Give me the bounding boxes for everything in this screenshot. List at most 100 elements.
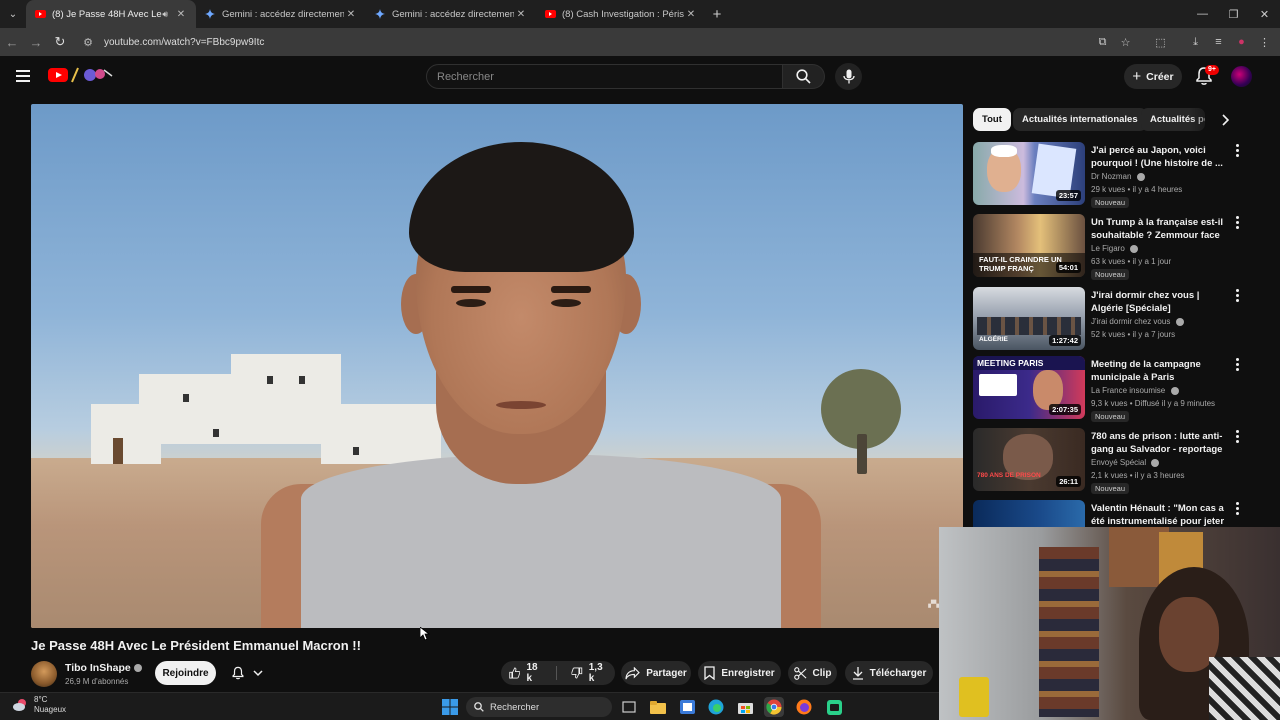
- more-options-icon[interactable]: [1233, 216, 1241, 229]
- recommendation-item[interactable]: 23:57 J'ai percé au Japon, voici pourquo…: [973, 142, 1253, 208]
- new-tab-button[interactable]: +: [706, 6, 728, 23]
- close-window-icon[interactable]: ✕: [1249, 0, 1280, 28]
- more-options-icon[interactable]: [1233, 289, 1241, 302]
- channel-text: La France insoumise: [1091, 386, 1166, 395]
- chip-international-news[interactable]: Actualités internationales: [1013, 108, 1147, 131]
- media-controls-icon[interactable]: ≡: [1207, 36, 1230, 48]
- recommendation-channel[interactable]: Envoyé Spécial: [1091, 458, 1160, 467]
- browser-tab[interactable]: (8) Cash Investigation : Périscol ✕: [536, 0, 706, 28]
- tab-search-button[interactable]: ⌄: [0, 0, 26, 28]
- streamer-webcam-overlay: [939, 527, 1280, 720]
- youtube-header: + Créer 9+: [0, 56, 1280, 100]
- recommendation-channel[interactable]: La France insoumise: [1091, 386, 1179, 395]
- profile-icon[interactable]: ●: [1230, 36, 1253, 48]
- microphone-icon: [842, 69, 855, 84]
- close-tab-icon[interactable]: ✕: [344, 9, 358, 20]
- like-button[interactable]: 18 k: [501, 662, 550, 684]
- video-thumbnail[interactable]: ALGÉRIE 1:27:42: [973, 287, 1085, 350]
- file-explorer-icon[interactable]: [648, 697, 668, 717]
- video-thumbnail[interactable]: MEETING PARIS 2:07:35: [973, 356, 1085, 419]
- more-options-icon[interactable]: [1233, 358, 1241, 371]
- verified-icon: [133, 664, 142, 673]
- more-options-icon[interactable]: [1233, 430, 1241, 443]
- recommendation-channel[interactable]: J'irai dormir chez vous: [1091, 317, 1184, 326]
- forward-icon[interactable]: →: [24, 28, 48, 56]
- recommendation-item[interactable]: ALGÉRIE 1:27:42 J'irai dormir chez vous …: [973, 287, 1253, 353]
- close-tab-icon[interactable]: ✕: [174, 9, 188, 20]
- install-app-icon[interactable]: ⧉: [1091, 36, 1114, 49]
- recommendation-item[interactable]: MEETING PARIS 2:07:35 Meeting de la camp…: [973, 356, 1253, 422]
- recommendation-title[interactable]: Meeting de la campagne municipale à Pari…: [1091, 358, 1227, 384]
- video-thumbnail[interactable]: [973, 500, 1085, 527]
- dislike-button[interactable]: 1,3 k: [563, 662, 615, 684]
- browser-tab[interactable]: Gemini : accédez directement à ✕: [366, 0, 536, 28]
- youtube-logo[interactable]: [48, 68, 68, 82]
- minimize-icon[interactable]: —: [1187, 0, 1218, 28]
- reload-icon[interactable]: ↻: [48, 28, 72, 56]
- tab-title: (8) Cash Investigation : Périscol: [562, 8, 684, 20]
- taskbar-search[interactable]: Rechercher: [466, 697, 612, 717]
- chip-all[interactable]: Tout: [973, 108, 1011, 131]
- task-view-icon[interactable]: [619, 697, 639, 717]
- url-field[interactable]: ⚙︎ youtube.com/watch?v=FBbc9pw9Itc: [78, 31, 1142, 53]
- restore-icon[interactable]: ❐: [1218, 0, 1249, 28]
- site-info-icon[interactable]: ⚙︎: [78, 36, 98, 49]
- search-box[interactable]: [426, 64, 783, 89]
- search-input[interactable]: [437, 70, 782, 83]
- thumbnail-caption: ALGÉRIE: [979, 336, 1008, 343]
- menu-icon[interactable]: [16, 70, 30, 85]
- recommendation-channel[interactable]: Le Figaro: [1091, 244, 1139, 253]
- thumbs-up-icon: [509, 667, 521, 679]
- close-tab-icon[interactable]: ✕: [684, 9, 698, 20]
- edge-browser-icon[interactable]: [706, 697, 726, 717]
- video-thumbnail[interactable]: 23:57: [973, 142, 1085, 205]
- create-button[interactable]: + Créer: [1124, 64, 1182, 89]
- browser-tab-active[interactable]: (8) Je Passe 48H Avec Le Pr 🔊︎ ✕: [26, 0, 196, 28]
- recommendation-title[interactable]: Valentin Hénault : "Mon cas a été instru…: [1091, 502, 1227, 527]
- bookmark-star-icon[interactable]: ☆: [1114, 36, 1137, 49]
- recommendation-item[interactable]: Valentin Hénault : "Mon cas a été instru…: [973, 500, 1253, 527]
- recommendation-item[interactable]: FAUT-IL CRAINDRE UN TRUMP FRANÇ 54:01 Un…: [973, 214, 1253, 280]
- account-avatar[interactable]: [1231, 66, 1252, 87]
- chips-next-button[interactable]: [1213, 108, 1237, 131]
- download-button[interactable]: Télécharger: [845, 661, 933, 685]
- recommendation-channel[interactable]: Dr Nozman: [1091, 172, 1145, 181]
- thumbnail-caption: 780 ANS DE PRISON: [977, 472, 1041, 479]
- more-options-icon[interactable]: [1233, 144, 1241, 157]
- more-options-icon[interactable]: [1233, 502, 1241, 515]
- recommendation-title[interactable]: 780 ans de prison : lutte anti-gang au S…: [1091, 430, 1227, 456]
- microsoft-store-icon[interactable]: [735, 697, 755, 717]
- windows-start-icon[interactable]: [440, 697, 460, 717]
- back-icon[interactable]: ←: [0, 28, 24, 56]
- join-button[interactable]: Rejoindre: [155, 661, 216, 685]
- screen-snip-icon[interactable]: [677, 697, 697, 717]
- recommendation-meta: 29 k vues • il y a 4 heures: [1091, 185, 1183, 194]
- video-title: Je Passe 48H Avec Le Président Emmanuel …: [31, 638, 361, 653]
- recommendation-item[interactable]: 780 ANS DE PRISON 26:11 780 ans de priso…: [973, 428, 1253, 494]
- channel-name[interactable]: Tibo InShape: [65, 662, 142, 674]
- weather-widget[interactable]: 8°C Nuageux: [12, 695, 66, 715]
- subscription-notifications-button[interactable]: [224, 661, 270, 685]
- save-button[interactable]: Enregistrer: [698, 661, 781, 685]
- downloads-icon[interactable]: ⤓: [1184, 36, 1207, 49]
- video-thumbnail[interactable]: FAUT-IL CRAINDRE UN TRUMP FRANÇ 54:01: [973, 214, 1085, 277]
- chrome-icon[interactable]: [764, 697, 784, 717]
- extensions-icon[interactable]: ⬚: [1149, 36, 1172, 49]
- recommendation-title[interactable]: J'irai dormir chez vous | Algérie [Spéci…: [1091, 289, 1227, 315]
- channel-avatar[interactable]: [31, 661, 57, 687]
- video-player[interactable]: ▞▚: [31, 104, 963, 628]
- streaming-app-icon[interactable]: [824, 697, 844, 717]
- clip-button[interactable]: Clip: [788, 661, 837, 685]
- browser-tab[interactable]: Gemini : accédez directement à ✕: [196, 0, 366, 28]
- recommendation-title[interactable]: J'ai percé au Japon, voici pourquoi ! (U…: [1091, 144, 1227, 170]
- voice-search-button[interactable]: [835, 63, 862, 90]
- browser-menu-icon[interactable]: ⋮: [1253, 36, 1276, 49]
- close-tab-icon[interactable]: ✕: [514, 9, 528, 20]
- share-button[interactable]: Partager: [621, 661, 691, 685]
- video-thumbnail[interactable]: 780 ANS DE PRISON 26:11: [973, 428, 1085, 491]
- recommendation-title[interactable]: Un Trump à la française est-il souhaitab…: [1091, 216, 1227, 242]
- clip-label: Clip: [812, 667, 832, 679]
- firefox-icon[interactable]: [794, 697, 814, 717]
- search-button[interactable]: [783, 64, 825, 89]
- speaker-icon[interactable]: 🔊︎: [162, 9, 168, 20]
